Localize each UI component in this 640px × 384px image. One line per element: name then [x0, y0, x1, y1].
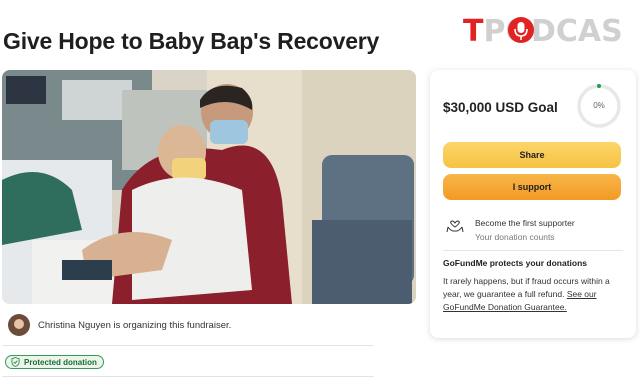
- goal-amount: $30,000 USD Goal: [443, 100, 558, 115]
- organizer-avatar[interactable]: [8, 314, 30, 336]
- first-supporter-subtitle: Your donation counts: [475, 232, 555, 242]
- heart-hands-icon: [446, 220, 464, 233]
- watermark-logo: TPODCAS: [463, 14, 640, 52]
- divider: [2, 345, 374, 346]
- organizer-text: Christina Nguyen is organizing this fund…: [38, 319, 232, 331]
- protected-donation-badge: Protected donation: [5, 355, 104, 369]
- progress-percent: 0%: [593, 101, 605, 110]
- support-button[interactable]: I support: [443, 174, 621, 200]
- watermark-text: PODCAS: [483, 14, 623, 49]
- first-supporter-title: Become the first supporter: [475, 218, 575, 228]
- watermark-letter: T: [463, 14, 484, 49]
- campaign-photo[interactable]: [2, 70, 416, 304]
- shield-check-icon: [11, 357, 20, 367]
- organizer-row: Christina Nguyen is organizing this fund…: [8, 314, 231, 336]
- donation-card: $30,000 USD Goal 0% Share I support Beco…: [430, 70, 636, 338]
- share-button[interactable]: Share: [443, 142, 621, 168]
- first-supporter: Become the first supporter Your donation…: [445, 216, 575, 244]
- protected-donation-label: Protected donation: [24, 357, 97, 367]
- page-title: Give Hope to Baby Bap's Recovery: [3, 28, 380, 54]
- microphone-icon: [508, 17, 534, 43]
- divider: [2, 376, 374, 377]
- protection-text: It rarely happens, but if fraud occurs w…: [443, 275, 623, 314]
- protection-title: GoFundMe protects your donations: [443, 258, 588, 268]
- card-divider: [443, 250, 623, 251]
